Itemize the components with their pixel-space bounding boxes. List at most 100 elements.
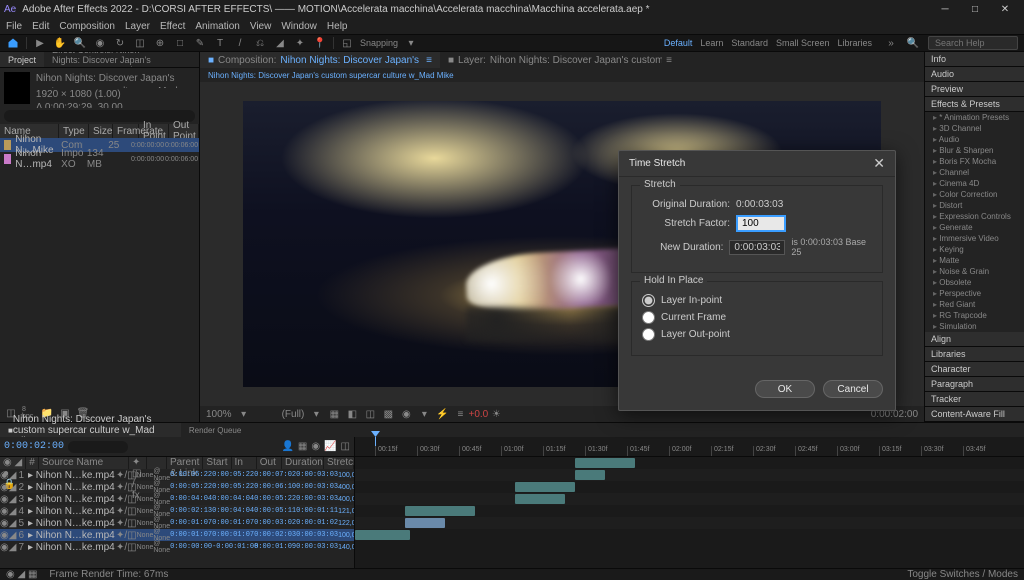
eraser-tool-icon[interactable]: ◢ (273, 36, 287, 50)
timeline-layer[interactable]: ◉◢2▸ Nihon N…ke.mp4✦/◫None@ None0:00:05:… (0, 481, 354, 493)
clip[interactable] (515, 482, 575, 492)
zoom-level[interactable]: 100% (206, 409, 232, 420)
menu-layer[interactable]: Layer (125, 21, 150, 32)
snapping-toggle[interactable]: ◱ (340, 36, 354, 50)
timeline-layer[interactable]: ◉◢3▸ Nihon N…ke.mp4✦/◫None@ None0:00:04:… (0, 493, 354, 505)
fast-preview-icon[interactable]: ⚡ (436, 408, 448, 420)
menu-effect[interactable]: Effect (160, 21, 185, 32)
menu-animation[interactable]: Animation (195, 21, 239, 32)
resolution-label[interactable]: (Full) (282, 409, 305, 420)
effect-category[interactable]: Obsolete (925, 277, 1024, 288)
menu-edit[interactable]: Edit (32, 21, 49, 32)
proj-header[interactable]: Size (89, 124, 113, 138)
proj-header[interactable]: Type (59, 124, 89, 138)
effect-category[interactable]: Matte (925, 255, 1024, 266)
timeline-track[interactable] (355, 469, 1024, 481)
panel-content-aware-fill[interactable]: Content-Aware Fill (925, 407, 1024, 422)
clip[interactable] (405, 506, 475, 516)
current-time[interactable]: 0:00:02:00 (4, 441, 64, 452)
timeline-track[interactable] (355, 481, 1024, 493)
workspace-standard[interactable]: Standard (727, 38, 772, 48)
radio-layer-in[interactable]: Layer In-point (642, 294, 872, 307)
snapshot-icon[interactable]: +0.0 (472, 408, 484, 420)
effect-category[interactable]: Generate (925, 222, 1024, 233)
workspace-menu-icon[interactable]: » (884, 36, 898, 50)
graph-editor-icon[interactable]: 📈 (324, 441, 336, 452)
comp-tab[interactable]: ■Composition: Nihon Nights: Discover Jap… (200, 52, 440, 68)
menu-help[interactable]: Help (327, 21, 348, 32)
motion-blur-icon[interactable]: ◉ (311, 441, 320, 452)
comp-breadcrumb[interactable]: Nihon Nights: Discover Japan's custom su… (200, 68, 924, 82)
stretch-factor-input[interactable] (736, 215, 786, 232)
transparency-icon[interactable]: ▩ (382, 408, 394, 420)
effect-category[interactable]: Expression Controls (925, 211, 1024, 222)
roto-tool-icon[interactable]: ✦ (293, 36, 307, 50)
timeline-layer[interactable]: ◉◢1▸ Nihon N…ke.mp4✦/◫None@ None0:00:05:… (0, 469, 354, 481)
timeline-track[interactable] (355, 517, 1024, 529)
ok-button[interactable]: OK (755, 380, 815, 398)
panel-audio[interactable]: Audio (925, 67, 1024, 82)
clip[interactable] (575, 470, 605, 480)
clip[interactable] (355, 530, 410, 540)
panel-info[interactable]: Info (925, 52, 1024, 67)
camera-tool-icon[interactable]: ◫ (133, 36, 147, 50)
clone-tool-icon[interactable]: ⎌ (253, 36, 267, 50)
menu-window[interactable]: Window (281, 21, 317, 32)
effect-category[interactable]: * Animation Presets (925, 112, 1024, 123)
mask-icon[interactable]: ◧ (346, 408, 358, 420)
timeline-layer[interactable]: ◉◢6▸ Nihon N…ke.mp4✦/◫None@ None0:00:01:… (0, 529, 354, 541)
workspace-libraries[interactable]: Libraries (833, 38, 876, 48)
timeline-track[interactable] (355, 529, 1024, 541)
timeline-layer[interactable]: ◉◢5▸ Nihon N…ke.mp4✦/◫None@ None0:00:01:… (0, 517, 354, 529)
radio-current-frame[interactable]: Current Frame (642, 311, 872, 324)
workspace-small-screen[interactable]: Small Screen (772, 38, 834, 48)
help-search-input[interactable] (928, 36, 1018, 50)
minimize-button[interactable]: ─ (930, 1, 960, 17)
effect-category[interactable]: Channel (925, 167, 1024, 178)
comp-tab[interactable]: ■Layer: Nihon Nights: Discover Japan's c… (440, 52, 680, 68)
cancel-button[interactable]: Cancel (823, 380, 883, 398)
proj-header[interactable]: Out Point (169, 124, 199, 138)
effect-category[interactable]: Immersive Video (925, 233, 1024, 244)
close-button[interactable]: ✕ (990, 1, 1020, 17)
timeline-tab-render-queue[interactable]: Render Queue (181, 423, 249, 437)
frame-blend-icon[interactable]: ▦ (298, 441, 307, 452)
new-duration-input[interactable] (729, 240, 785, 255)
panel-libraries[interactable]: Libraries (925, 347, 1024, 362)
effect-category[interactable]: Audio (925, 134, 1024, 145)
timeline-track[interactable] (355, 457, 1024, 469)
pan-behind-tool-icon[interactable]: ⊕ (153, 36, 167, 50)
effect-category[interactable]: Perspective (925, 288, 1024, 299)
res-menu-icon[interactable]: ▾ (310, 408, 322, 420)
radio-layer-out[interactable]: Layer Out-point (642, 328, 872, 341)
draft3d-icon[interactable]: ◫ (341, 441, 350, 452)
clip[interactable] (515, 494, 565, 504)
effect-category[interactable]: Cinema 4D (925, 178, 1024, 189)
workspace-learn[interactable]: Learn (696, 38, 727, 48)
exposure-icon[interactable]: ☀ (490, 408, 502, 420)
timeline-search-input[interactable] (68, 441, 128, 453)
menu-composition[interactable]: Composition (59, 21, 115, 32)
effect-category[interactable]: Red Giant (925, 299, 1024, 310)
status-icons[interactable]: ◉ ◢ ▦ (6, 569, 37, 580)
type-tool-icon[interactable]: T (213, 36, 227, 50)
clip[interactable] (405, 518, 445, 528)
region-icon[interactable]: ◫ (364, 408, 376, 420)
proj-header[interactable]: Framerate (113, 124, 139, 138)
menu-file[interactable]: File (6, 21, 22, 32)
panel-preview[interactable]: Preview (925, 82, 1024, 97)
effect-category[interactable]: Color Correction (925, 189, 1024, 200)
effect-category[interactable]: Boris FX Mocha (925, 156, 1024, 167)
timeline-track[interactable] (355, 505, 1024, 517)
panel-paragraph[interactable]: Paragraph (925, 377, 1024, 392)
orbit-tool-icon[interactable]: ◉ (93, 36, 107, 50)
maximize-button[interactable]: □ (960, 1, 990, 17)
pen-tool-icon[interactable]: ✎ (193, 36, 207, 50)
shy-icon[interactable]: 👤 (281, 441, 293, 452)
zoom-tool-icon[interactable]: 🔍 (73, 36, 87, 50)
effect-category[interactable]: Distort (925, 200, 1024, 211)
clip[interactable] (575, 458, 635, 468)
brush-tool-icon[interactable]: / (233, 36, 247, 50)
proj-header[interactable]: In Point (139, 124, 169, 138)
panel-effects-presets[interactable]: Effects & Presets (925, 97, 1024, 112)
